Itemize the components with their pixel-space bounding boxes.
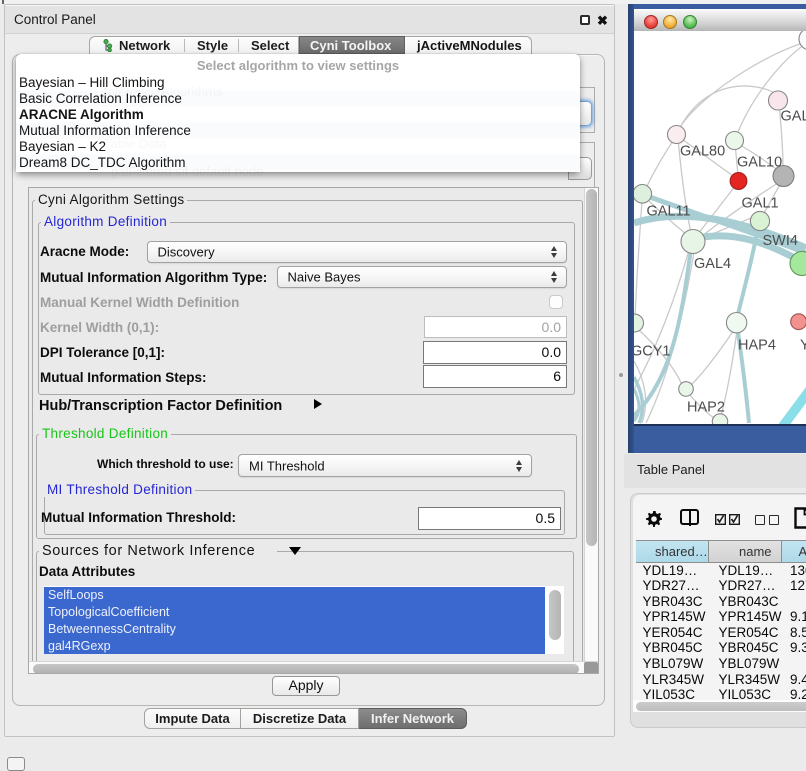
svg-text:GAL80: GAL80 xyxy=(680,143,725,159)
svg-text:SWI4: SWI4 xyxy=(763,233,798,249)
svg-text:GAL10: GAL10 xyxy=(737,154,782,170)
svg-text:GAL4: GAL4 xyxy=(694,256,731,272)
svg-text:Y: Y xyxy=(800,337,806,353)
svg-text:GAL1: GAL1 xyxy=(742,195,779,211)
svg-text:HAP2: HAP2 xyxy=(687,399,725,415)
svg-text:GAL7: GAL7 xyxy=(781,108,806,124)
svg-text:GCY1: GCY1 xyxy=(634,343,671,359)
svg-text:GAL11: GAL11 xyxy=(647,203,691,219)
svg-text:HAP4: HAP4 xyxy=(738,337,776,353)
